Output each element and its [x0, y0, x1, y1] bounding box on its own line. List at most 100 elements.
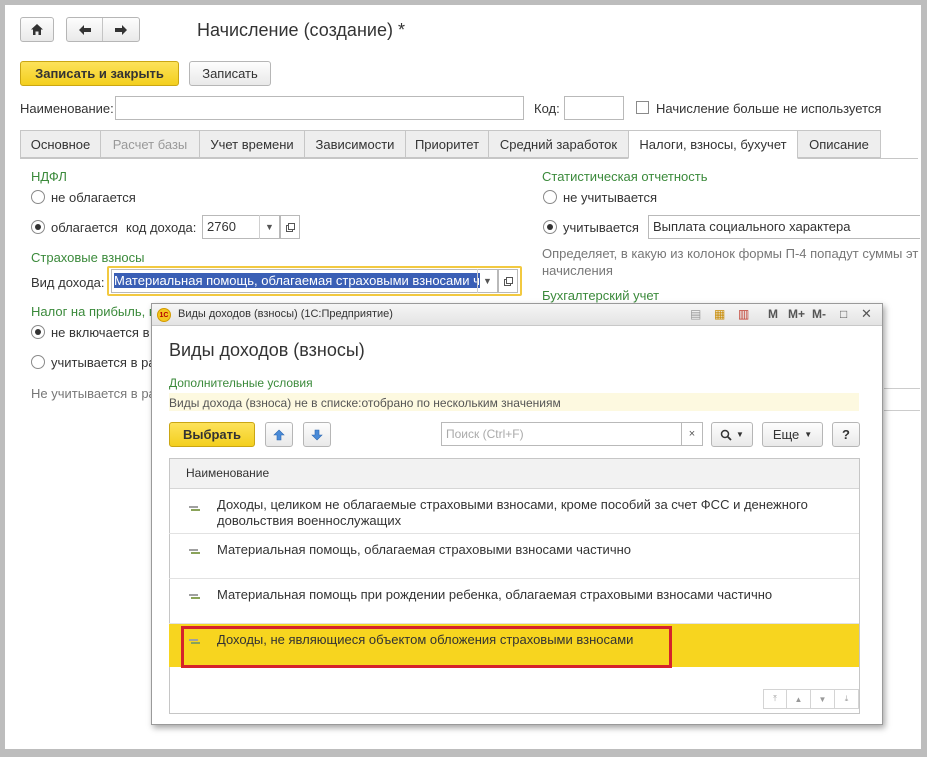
ndfl-taxed-radio[interactable] — [31, 220, 45, 234]
search-placeholder: Поиск (Ctrl+F) — [446, 427, 524, 441]
right-edge-line — [884, 388, 920, 389]
tab-base-calculation[interactable]: Расчет базы — [100, 130, 200, 158]
stat-counted-radio[interactable] — [543, 220, 557, 234]
search-options-button[interactable]: ▼ — [711, 422, 753, 447]
open-icon — [285, 222, 295, 232]
page-title: Начисление (создание) * — [197, 20, 405, 40]
name-field[interactable] — [115, 96, 524, 120]
tab-dependencies[interactable]: Зависимости — [304, 130, 406, 158]
memory-button[interactable]: M — [768, 307, 778, 321]
clear-search-button[interactable]: × — [681, 422, 703, 446]
maximize-icon[interactable]: □ — [840, 307, 847, 321]
dialog-title: Виды доходов (взносы) — [169, 340, 365, 360]
table-icon[interactable]: ▦ — [714, 307, 725, 321]
column-header-name[interactable]: Наименование — [186, 466, 269, 480]
scroll-up-button[interactable]: ▲ — [787, 689, 811, 709]
ndfl-not-taxed-radio[interactable] — [31, 190, 45, 204]
close-icon[interactable]: ✕ — [861, 306, 872, 322]
income-types-dialog: 1C Виды доходов (взносы) (1С:Предприятие… — [151, 303, 883, 725]
document-icon[interactable]: ▤ — [690, 307, 701, 321]
income-type-open-button[interactable] — [498, 269, 518, 293]
dialog-window-title: Виды доходов (взносы) (1С:Предприятие) — [178, 308, 393, 320]
arrow-up-icon — [273, 429, 285, 440]
more-button[interactable]: Еще ▼ — [762, 422, 823, 447]
selection-highlight-frame — [181, 626, 672, 668]
dialog-title-bar: 1C Виды доходов (взносы) (1С:Предприятие… — [152, 304, 882, 326]
arrow-right-icon — [115, 24, 127, 35]
item-icon — [189, 506, 200, 511]
home-button[interactable] — [20, 17, 54, 42]
stat-counted-value: Выплата социального характера — [653, 219, 851, 234]
row-text: Доходы, целиком не облагаемые страховыми… — [217, 497, 808, 528]
tab-description[interactable]: Описание — [797, 130, 881, 158]
accounting-header: Бухгалтерский учет — [542, 288, 660, 303]
help-button[interactable]: ? — [832, 422, 860, 447]
profit-not-included-radio[interactable] — [31, 325, 45, 339]
profit-tax-header: Налог на прибыль, в — [31, 304, 156, 319]
conditions-header: Дополнительные условия — [169, 376, 313, 390]
save-and-close-button[interactable]: Записать и закрыть — [20, 61, 179, 86]
stat-header: Статистическая отчетность — [542, 169, 708, 184]
ndfl-taxed-label: облагается — [51, 220, 118, 235]
conditions-text: Виды дохода (взноса) не в списке:отобран… — [169, 396, 561, 410]
scroll-controls: ⤒ ▲ ▼ ⤓ — [763, 689, 859, 709]
profit-included-radio[interactable] — [31, 355, 45, 369]
tab-time-accounting[interactable]: Учет времени — [199, 130, 305, 158]
tab-taxes[interactable]: Налоги, взносы, бухучет — [628, 130, 798, 159]
back-button[interactable] — [67, 18, 103, 41]
tab-average-earnings[interactable]: Средний заработок — [488, 130, 629, 158]
arrow-left-icon — [78, 24, 91, 35]
home-icon — [31, 24, 43, 35]
profit-not-included-label: не включается в — [51, 325, 150, 340]
stat-description-line2: начисления — [542, 263, 613, 278]
income-type-value: Материальная помощь, облагаемая страховы… — [114, 273, 480, 288]
obsolete-label: Начисление больше не используется — [656, 101, 882, 116]
row-text: Материальная помощь при рождении ребенка… — [217, 587, 773, 602]
table-header — [170, 459, 859, 489]
tab-main[interactable]: Основное — [20, 130, 101, 158]
stat-description-line1: Определяет, в какую из колонок формы П-4… — [542, 246, 919, 261]
search-icon — [720, 429, 732, 441]
income-type-field[interactable]: Материальная помощь, облагаемая страховы… — [111, 269, 498, 293]
ndfl-not-taxed-label: не облагается — [51, 190, 136, 205]
select-button[interactable]: Выбрать — [169, 422, 255, 447]
save-button[interactable]: Записать — [189, 61, 271, 86]
income-type-dropdown[interactable]: ▼ — [477, 269, 497, 293]
item-icon — [189, 594, 200, 599]
calendar-icon[interactable]: ▥ — [738, 307, 749, 321]
obsolete-checkbox[interactable] — [636, 101, 649, 114]
income-code-label: код дохода: — [126, 220, 197, 235]
stat-counted-label: учитывается — [563, 220, 639, 235]
move-up-button[interactable] — [265, 422, 293, 447]
profit-included-label: учитывается в ра — [51, 355, 156, 370]
chevron-down-icon: ▼ — [804, 430, 813, 439]
forward-button[interactable] — [103, 18, 139, 41]
code-label: Код: — [534, 101, 560, 116]
profit-note: Не учитывается в ра — [31, 386, 156, 401]
memory-minus-button[interactable]: M- — [812, 307, 826, 321]
scroll-last-button[interactable]: ⤓ — [835, 689, 859, 709]
row-text: Материальная помощь, облагаемая страховы… — [217, 542, 632, 557]
stat-not-counted-label: не учитывается — [563, 190, 657, 205]
name-label: Наименование: — [20, 101, 114, 116]
table-row[interactable]: Материальная помощь, облагаемая страховы… — [169, 534, 859, 579]
stat-not-counted-radio[interactable] — [543, 190, 557, 204]
chevron-down-icon: ▼ — [736, 430, 744, 439]
scroll-first-button[interactable]: ⤒ — [763, 689, 787, 709]
tab-priority[interactable]: Приоритет — [405, 130, 489, 158]
open-icon — [503, 276, 513, 286]
app-logo-icon: 1C — [157, 308, 171, 322]
move-down-button[interactable] — [303, 422, 331, 447]
table-row[interactable]: Доходы, целиком не облагаемые страховыми… — [169, 489, 859, 534]
income-code-dropdown[interactable]: ▼ — [259, 215, 279, 239]
memory-plus-button[interactable]: M+ — [788, 307, 805, 321]
table-row[interactable]: Материальная помощь при рождении ребенка… — [169, 579, 859, 624]
item-icon — [189, 549, 200, 554]
income-code-open-button[interactable] — [280, 215, 300, 239]
stat-counted-field[interactable]: Выплата социального характера — [648, 215, 920, 239]
scroll-down-button[interactable]: ▼ — [811, 689, 835, 709]
income-type-label: Вид дохода: — [31, 275, 105, 290]
ndfl-header: НДФЛ — [31, 169, 67, 184]
code-field[interactable] — [564, 96, 624, 120]
right-edge-line-2 — [884, 410, 920, 411]
